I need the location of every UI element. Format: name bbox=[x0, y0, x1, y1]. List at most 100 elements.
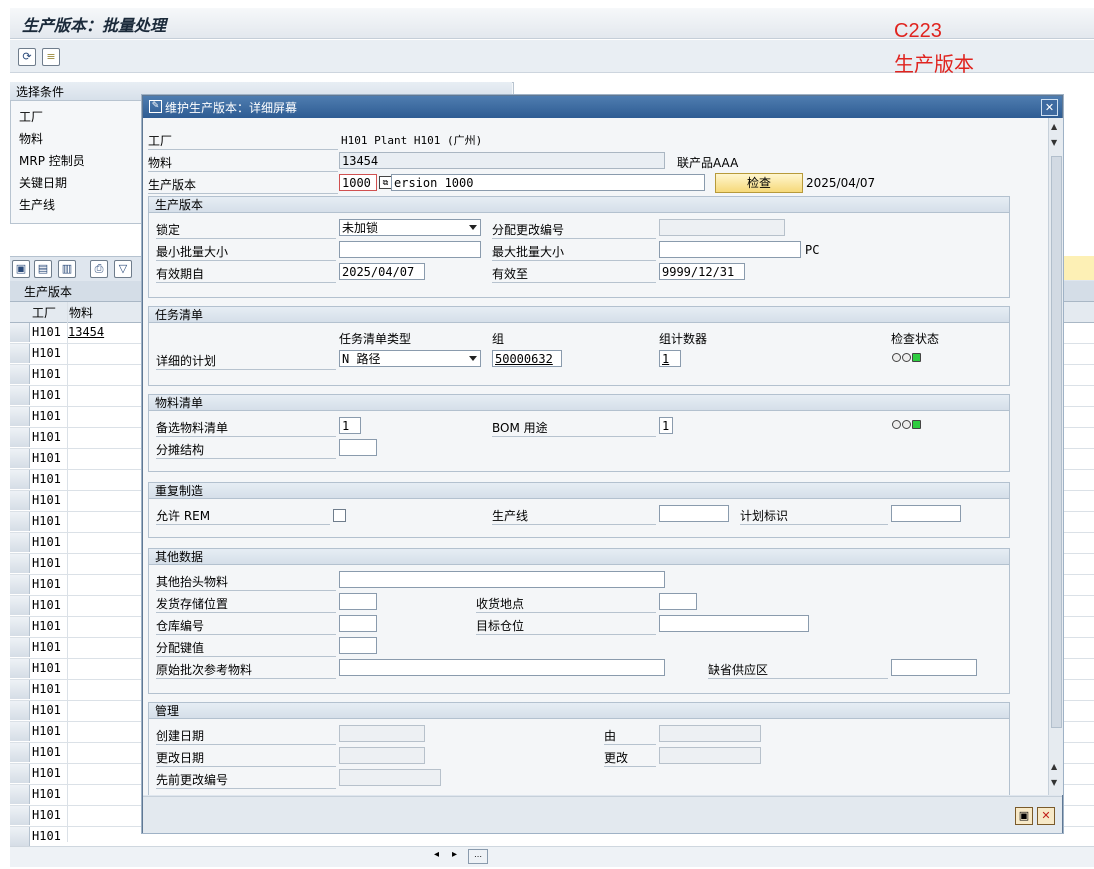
details-icon[interactable]: ▣ bbox=[12, 260, 30, 278]
dialog-titlebar[interactable]: ✎ 维护生产版本：详细屏幕 ✕ bbox=[143, 96, 1062, 118]
filter-icon[interactable]: ▽ bbox=[114, 260, 132, 278]
label-receiving-sloc: 收货地点 bbox=[476, 595, 656, 613]
refresh-icon[interactable]: ⟳ bbox=[18, 48, 36, 66]
created-on-field[interactable] bbox=[339, 725, 425, 742]
change-no-field[interactable] bbox=[659, 219, 785, 236]
group-bom: 物料清单 备选物料清单 1 BOM 用途 1 分摊结构 bbox=[148, 394, 1010, 472]
group-counter-field[interactable]: 1 bbox=[659, 350, 681, 367]
close-icon[interactable]: ✕ bbox=[1041, 99, 1058, 116]
row-selector[interactable] bbox=[10, 344, 30, 363]
issue-sloc-field[interactable] bbox=[339, 593, 377, 610]
valid-from-field[interactable]: 2025/04/07 bbox=[339, 263, 425, 280]
prev-change-no-field[interactable] bbox=[339, 769, 441, 786]
prod-version-field[interactable]: 1000 bbox=[339, 174, 377, 191]
deselect-icon[interactable]: ▥ bbox=[58, 260, 76, 278]
scroll-up-icon[interactable]: ▲ bbox=[1051, 122, 1057, 131]
cell-material[interactable]: 13454 bbox=[68, 325, 104, 339]
other-header-material-field[interactable] bbox=[339, 571, 665, 588]
scroll-left-icon[interactable]: ◂ bbox=[434, 849, 439, 860]
row-selector[interactable] bbox=[10, 554, 30, 573]
group-prod-version: 生产版本 锁定 未加锁 分配更改编号 最小批量大小 最大批量大小 PC 有效期自… bbox=[148, 196, 1010, 298]
row-selector[interactable] bbox=[10, 764, 30, 783]
row-selector[interactable] bbox=[10, 323, 30, 342]
print-icon[interactable]: ⎙ bbox=[90, 260, 108, 278]
cell-plant: H101 bbox=[32, 472, 61, 486]
default-supply-area-field[interactable] bbox=[891, 659, 977, 676]
group-rem: 重复制造 允许 REM 生产线 计划标识 bbox=[148, 482, 1010, 538]
warehouse-no-field[interactable] bbox=[339, 615, 377, 632]
col-header-material[interactable]: 物料 bbox=[69, 304, 93, 321]
receiving-sloc-field[interactable] bbox=[659, 593, 697, 610]
cell-plant: H101 bbox=[32, 724, 61, 738]
cancel-icon[interactable]: ✕ bbox=[1037, 807, 1055, 825]
row-selector[interactable] bbox=[10, 701, 30, 720]
row-selector[interactable] bbox=[10, 680, 30, 699]
row-selector[interactable] bbox=[10, 449, 30, 468]
group-task-list: 任务清单 任务清单类型 组 组计数器 检查状态 详细的计划 N 路径 50000… bbox=[148, 306, 1010, 386]
lock-dropdown[interactable]: 未加锁 bbox=[339, 219, 481, 236]
dest-bin-field[interactable] bbox=[659, 615, 809, 632]
scroll-down-icon[interactable]: ▼ bbox=[1051, 778, 1057, 787]
select-all-icon[interactable]: ▤ bbox=[34, 260, 52, 278]
row-selector[interactable] bbox=[10, 512, 30, 531]
row-selector[interactable] bbox=[10, 659, 30, 678]
label-alt-bom: 备选物料清单 bbox=[156, 419, 336, 437]
allow-rem-checkbox[interactable] bbox=[333, 509, 346, 522]
scroll-handle-icon[interactable]: ⋯ bbox=[468, 849, 488, 864]
row-selector[interactable] bbox=[10, 827, 30, 846]
row-selector[interactable] bbox=[10, 386, 30, 405]
row-selector[interactable] bbox=[10, 638, 30, 657]
check-button[interactable]: 检查 bbox=[715, 173, 803, 193]
chevron-down-icon bbox=[469, 225, 477, 230]
alt-bom-field[interactable]: 1 bbox=[339, 417, 361, 434]
task-list-type-dropdown[interactable]: N 路径 bbox=[339, 350, 481, 367]
label-valid-to: 有效至 bbox=[492, 265, 656, 283]
label-valid-from: 有效期自 bbox=[156, 265, 336, 283]
col-header-plant[interactable]: 工厂 bbox=[32, 304, 56, 321]
row-selector[interactable] bbox=[10, 806, 30, 825]
label-warehouse-no: 仓库编号 bbox=[156, 617, 336, 635]
group-field[interactable]: 50000632 bbox=[492, 350, 562, 367]
row-selector[interactable] bbox=[10, 428, 30, 447]
row-selector[interactable] bbox=[10, 491, 30, 510]
col-group-counter: 组计数器 bbox=[659, 332, 708, 346]
cell-plant: H101 bbox=[32, 829, 61, 843]
material-field[interactable]: 13454 bbox=[339, 152, 665, 169]
list-edit-icon[interactable]: ≡ bbox=[42, 48, 60, 66]
group-admin-title: 管理 bbox=[149, 703, 1009, 719]
distribution-key-field[interactable] bbox=[339, 637, 377, 654]
apportion-field[interactable] bbox=[339, 439, 377, 456]
row-selector[interactable] bbox=[10, 575, 30, 594]
prod-version-text-field[interactable]: ersion 1000 bbox=[391, 174, 705, 191]
row-selector[interactable] bbox=[10, 722, 30, 741]
status-lamp-icon bbox=[892, 353, 922, 362]
grid-scrollbar-horizontal[interactable]: ◂ ▸ ⋯ bbox=[10, 846, 1094, 867]
changed-by-field[interactable] bbox=[659, 747, 761, 764]
dialog-scrollbar[interactable]: ▲ ▼ ▲ ▼ bbox=[1048, 118, 1063, 795]
orig-batch-ref-field[interactable] bbox=[339, 659, 665, 676]
created-by-field[interactable] bbox=[659, 725, 761, 742]
row-selector[interactable] bbox=[10, 365, 30, 384]
row-selector[interactable] bbox=[10, 407, 30, 426]
scroll-up-icon[interactable]: ▲ bbox=[1051, 762, 1057, 771]
min-lot-field[interactable] bbox=[339, 241, 481, 258]
row-selector[interactable] bbox=[10, 470, 30, 489]
row-selector[interactable] bbox=[10, 743, 30, 762]
scrollbar-thumb[interactable] bbox=[1051, 156, 1062, 728]
cell-plant: H101 bbox=[32, 535, 61, 549]
valid-to-field[interactable]: 9999/12/31 bbox=[659, 263, 745, 280]
group-other-title: 其他数据 bbox=[149, 549, 1009, 565]
bom-usage-field[interactable]: 1 bbox=[659, 417, 673, 434]
scroll-right-icon[interactable]: ▸ bbox=[452, 849, 457, 860]
save-icon[interactable]: ▣ bbox=[1015, 807, 1033, 825]
row-selector[interactable] bbox=[10, 617, 30, 636]
row-selector[interactable] bbox=[10, 596, 30, 615]
max-lot-field[interactable] bbox=[659, 241, 801, 258]
changed-on-field[interactable] bbox=[339, 747, 425, 764]
row-selector[interactable] bbox=[10, 533, 30, 552]
plan-id-field[interactable] bbox=[891, 505, 961, 522]
scroll-down-icon[interactable]: ▼ bbox=[1051, 138, 1057, 147]
cell-plant: H101 bbox=[32, 346, 61, 360]
prod-line-field[interactable] bbox=[659, 505, 729, 522]
row-selector[interactable] bbox=[10, 785, 30, 804]
